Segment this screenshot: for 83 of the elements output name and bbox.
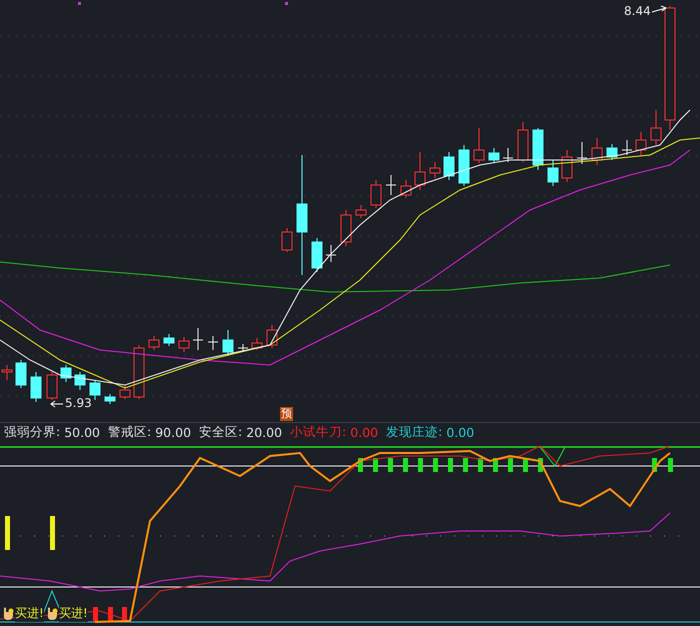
candlestick xyxy=(400,180,412,198)
legend-value: 90.00 xyxy=(155,424,192,440)
hand-icon xyxy=(2,606,14,620)
legend-value: 50.00 xyxy=(64,424,100,440)
signal-bar xyxy=(668,458,673,472)
signal-bar xyxy=(538,458,543,472)
legend-value: 20.00 xyxy=(246,424,282,440)
legend-label: 小试牛刀: xyxy=(290,424,346,440)
candlestick xyxy=(282,228,292,252)
signal-bar xyxy=(50,516,55,550)
signal-bar xyxy=(493,458,498,472)
signal-bar xyxy=(122,607,127,622)
legend-label: 发现庄迹: xyxy=(386,424,442,440)
candlestick xyxy=(148,336,160,350)
signal-bar xyxy=(5,516,10,550)
candlestick xyxy=(46,372,58,400)
signal-bar xyxy=(448,458,453,472)
candlestick xyxy=(16,360,26,388)
low-price-label: 5.93 xyxy=(65,396,92,410)
signal-bar xyxy=(373,458,378,472)
signal-bar xyxy=(433,458,438,472)
legend-value: 0.00 xyxy=(446,424,474,440)
legend-value: 0.00 xyxy=(350,424,378,440)
candlestick xyxy=(356,204,366,218)
signal-bar xyxy=(523,458,528,472)
candlestick xyxy=(562,150,572,182)
signal-bar xyxy=(358,458,363,472)
candlestick xyxy=(340,210,352,246)
buy-signal-label: 买进! xyxy=(59,605,88,622)
candlestick xyxy=(266,324,278,348)
signal-bar xyxy=(508,458,513,472)
candlestick xyxy=(386,174,396,196)
candlestick xyxy=(430,162,440,178)
signal-bar xyxy=(93,607,98,622)
candlestick xyxy=(326,244,336,262)
legend-label: 警戒区: xyxy=(108,424,152,440)
signal-bar xyxy=(403,458,408,472)
candlestick xyxy=(238,344,248,352)
signal-bar xyxy=(478,458,483,472)
arrow-icon xyxy=(652,6,668,12)
candlestick xyxy=(252,338,262,350)
candlestick xyxy=(548,160,558,186)
candlestick xyxy=(90,380,100,400)
candlestick xyxy=(104,394,116,404)
candlestick xyxy=(636,132,646,156)
candlestick xyxy=(164,334,174,346)
candlestick xyxy=(2,364,12,380)
signal-bar xyxy=(108,607,113,622)
candlestick xyxy=(208,336,218,350)
candlestick xyxy=(474,128,484,164)
candlestick xyxy=(606,144,618,160)
candlestick xyxy=(74,372,86,390)
legend-label: 安全区: xyxy=(199,424,242,440)
candlestick xyxy=(134,344,144,400)
high-price-label: 8.44 xyxy=(624,4,651,18)
hand-icon xyxy=(46,606,58,620)
signal-bar xyxy=(388,458,393,472)
candlestick xyxy=(60,364,72,382)
candlestick xyxy=(650,110,662,146)
candlestick xyxy=(178,336,190,352)
candlestick xyxy=(192,328,204,350)
candlestick xyxy=(120,384,130,400)
candlestick xyxy=(222,330,234,356)
candlestick xyxy=(502,148,514,162)
candlestick xyxy=(576,142,588,164)
signal-bar xyxy=(418,458,423,472)
arrow-icon xyxy=(50,400,64,408)
candlestick xyxy=(370,180,382,208)
candlestick xyxy=(622,140,632,156)
candlestick xyxy=(458,144,470,186)
candlestick xyxy=(592,138,602,166)
buy-signal-label: 买进! xyxy=(15,605,44,622)
forecast-badge: 预 xyxy=(280,407,293,421)
candlestick xyxy=(488,148,500,164)
signal-bar xyxy=(463,458,468,472)
signal-bar xyxy=(652,458,657,472)
candlestick xyxy=(518,122,528,162)
candlestick xyxy=(444,152,454,180)
candlestick xyxy=(30,372,42,402)
candlestick xyxy=(414,152,426,190)
candlestick xyxy=(532,128,544,170)
candlestick xyxy=(312,238,322,272)
legend-label: 强弱分界: xyxy=(4,424,60,440)
